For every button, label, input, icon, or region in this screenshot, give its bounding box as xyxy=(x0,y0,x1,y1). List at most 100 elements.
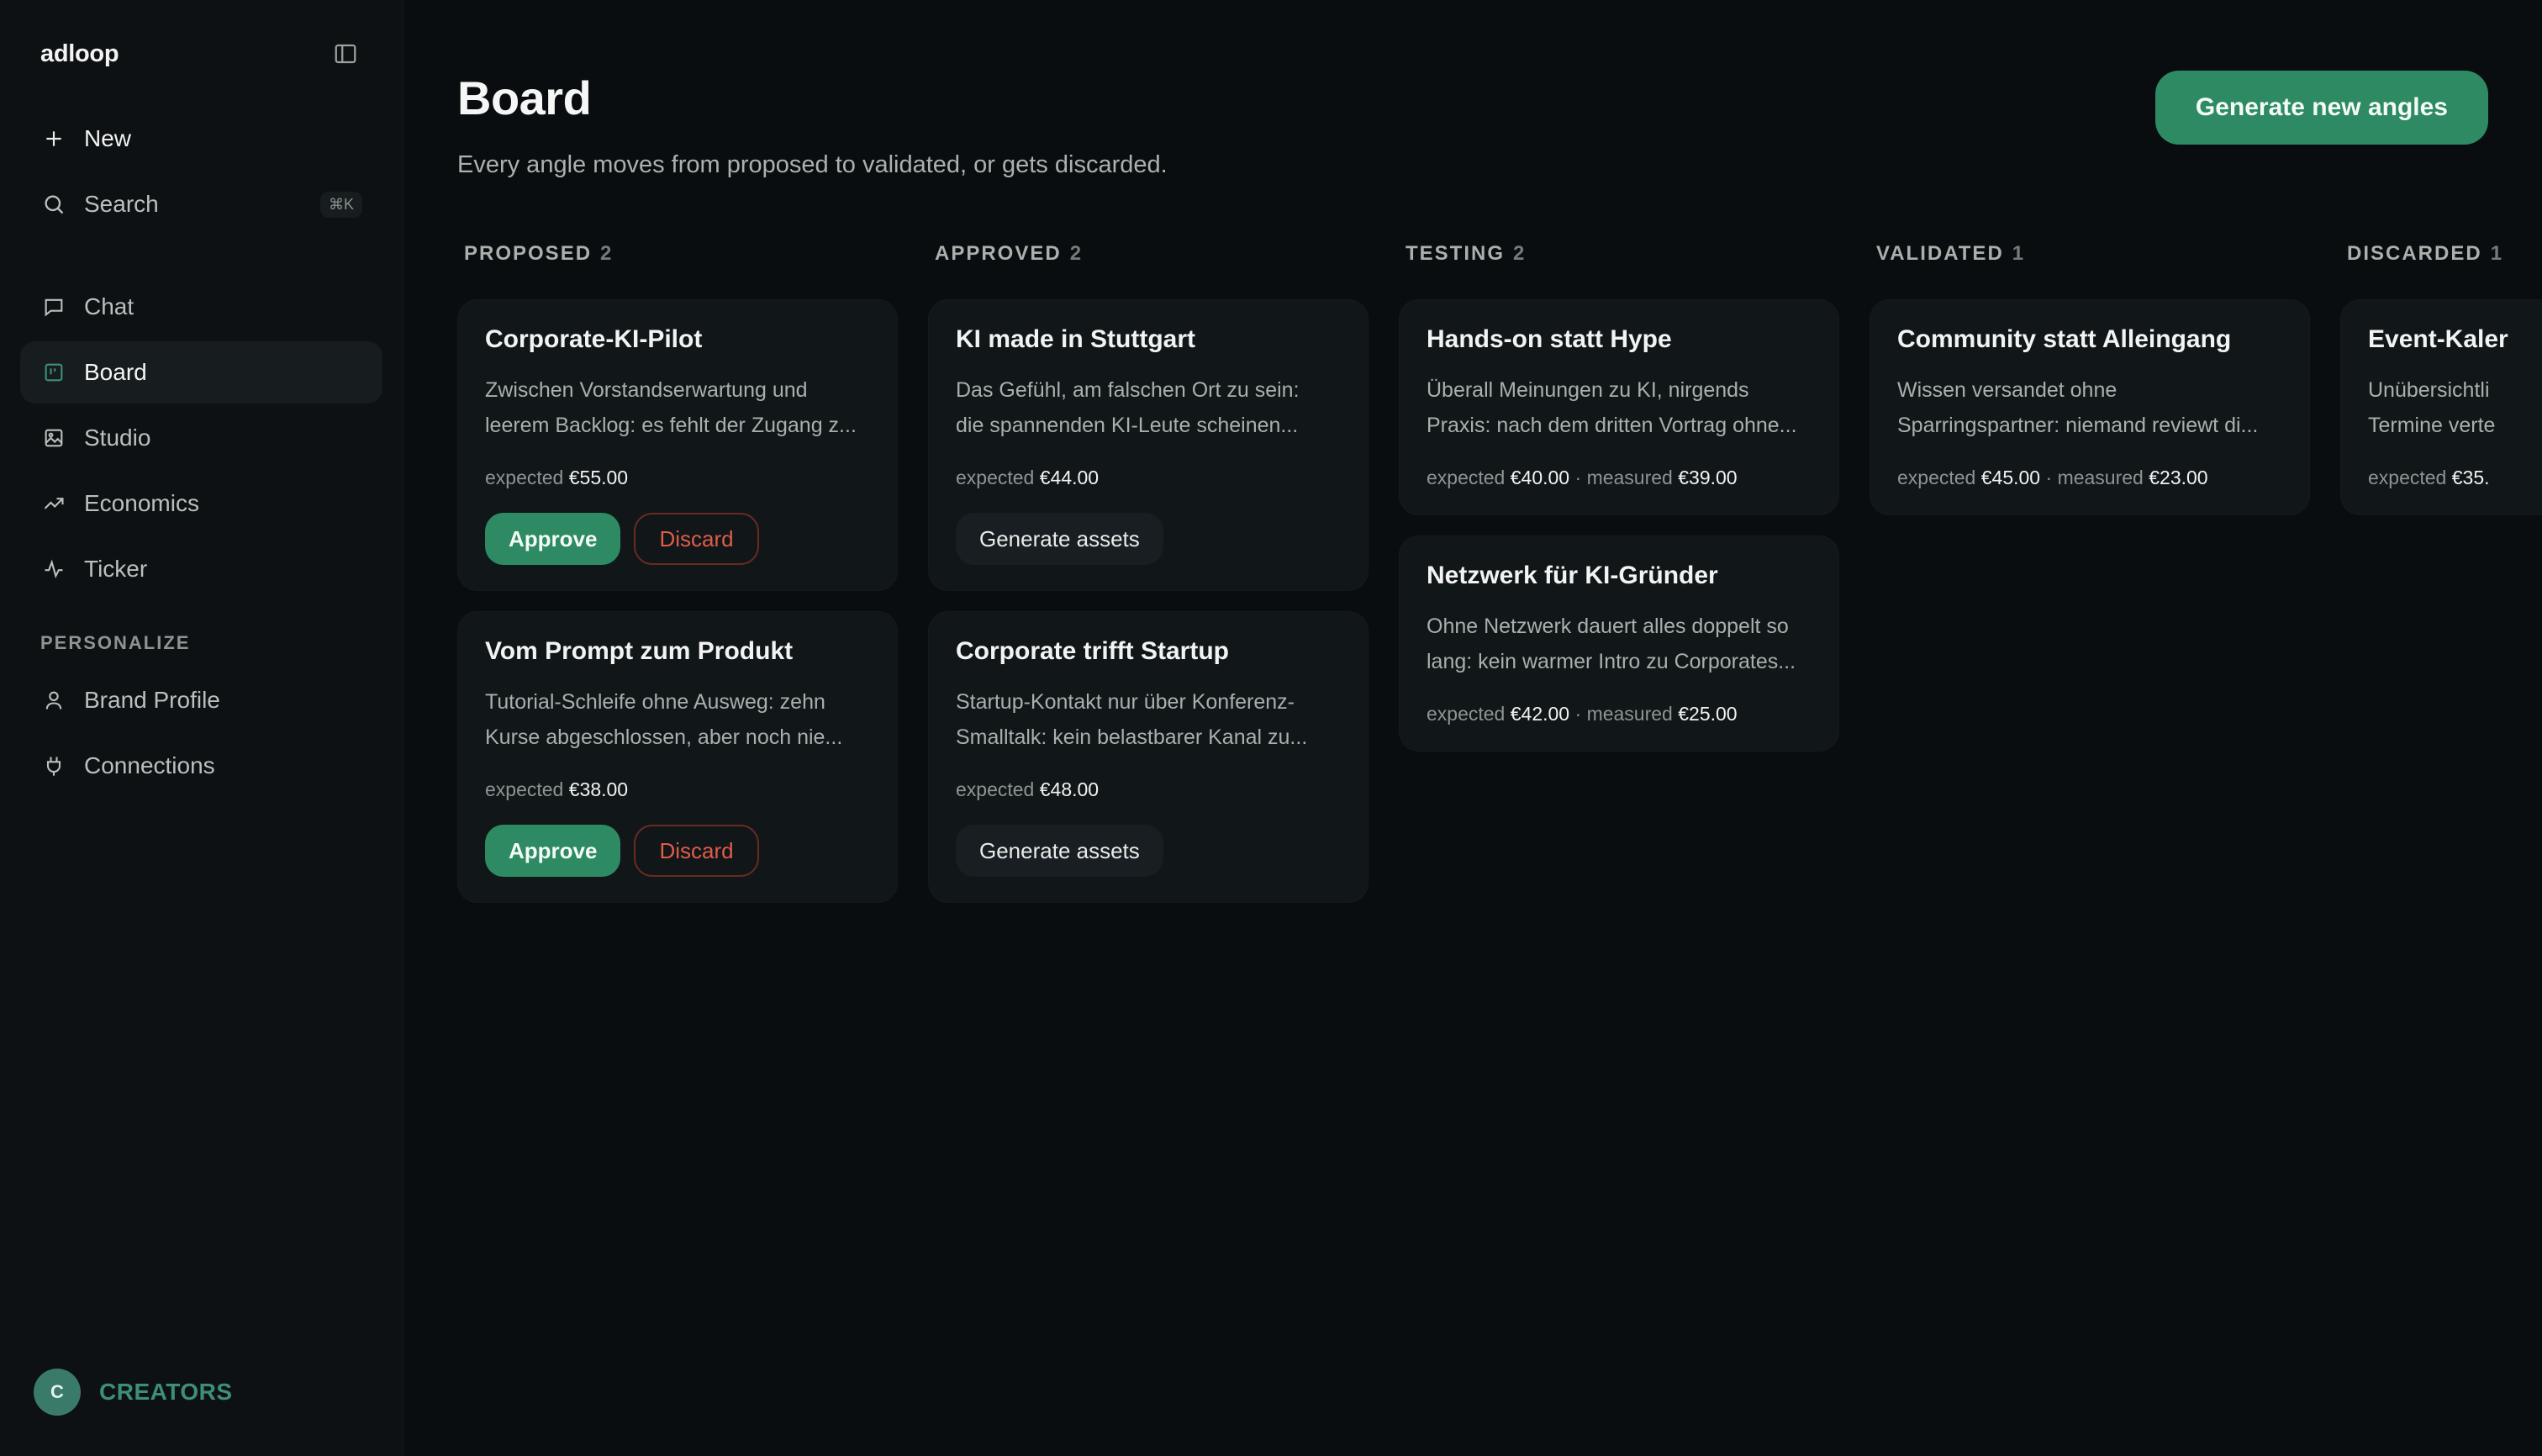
angle-card[interactable]: Netzwerk für KI-Gründer Ohne Netzwerk da… xyxy=(1399,535,1839,752)
new-label: New xyxy=(84,125,132,151)
trend-icon xyxy=(40,490,67,517)
sidebar-item-economics[interactable]: Economics xyxy=(20,472,382,535)
column-discarded: DISCARDED 1 Event-Kaler Unübersichtli Term… xyxy=(2340,239,2542,923)
angle-card[interactable]: Corporate trifft Startup Startup-Kontakt… xyxy=(928,611,1369,903)
column-header: APPROVED 2 xyxy=(928,239,1369,299)
card-title: Event-Kaler xyxy=(2368,325,2508,353)
sidebar-item-label: Board xyxy=(84,359,147,385)
kanban-board: PROPOSED 2 Corporate-KI-Pilot Zwischen Vo… xyxy=(457,239,2542,923)
angle-card[interactable]: Vom Prompt zum Produkt Tutorial-Schleife… xyxy=(457,611,898,903)
card-description: Unübersichtli Termine verte xyxy=(2368,378,2496,437)
generate-assets-button[interactable]: Generate assets xyxy=(956,825,1163,877)
column-validated: VALIDATED 1 Community statt Alleingang Wi… xyxy=(1870,239,2310,923)
user-menu[interactable]: C CREATORS xyxy=(34,1369,233,1416)
angle-card[interactable]: KI made in Stuttgart Das Gefühl, am fals… xyxy=(928,299,1369,591)
card-metrics: expected €42.00 · measured €25.00 xyxy=(1427,703,1738,725)
card-metrics: expected €40.00 · measured €39.00 xyxy=(1427,467,1738,488)
sidebar-item-brand-profile[interactable]: Brand Profile xyxy=(20,669,382,731)
sidebar-item-studio[interactable]: Studio xyxy=(20,407,382,469)
card-description: Zwischen Vorstandserwartung und leerem Ba… xyxy=(485,378,857,437)
card-description: Tutorial-Schleife ohne Ausweg: zehn Kurse… xyxy=(485,690,843,749)
column-count: 1 xyxy=(2490,242,2504,265)
card-metrics: expected €38.00 xyxy=(485,778,629,800)
avatar: C xyxy=(34,1369,81,1416)
sidebar-item-label: Connections xyxy=(84,752,215,778)
expected-value: €44.00 xyxy=(1039,467,1100,488)
app-logo: adloop xyxy=(40,40,119,67)
sidebar-item-label: Ticker xyxy=(84,556,148,582)
column-title: VALIDATED xyxy=(1876,242,2004,265)
card-title: Hands-on statt Hype xyxy=(1427,325,1672,353)
expected-value: €35. xyxy=(2451,467,2490,488)
user-icon xyxy=(40,687,67,714)
card-metrics: expected €45.00 · measured €23.00 xyxy=(1897,467,2208,488)
main-content: Board Every angle moves from proposed to… xyxy=(403,0,2542,1456)
workspace-name: CREATORS xyxy=(99,1379,233,1405)
sidebar-item-board[interactable]: Board xyxy=(20,341,382,404)
card-title: Corporate trifft Startup xyxy=(956,637,1229,665)
expected-value: €55.00 xyxy=(568,467,629,488)
section-label-personalize: PERSONALIZE xyxy=(40,632,191,653)
angle-card[interactable]: Community statt Alleingang Wissen versan… xyxy=(1870,299,2310,515)
card-title: Community statt Alleingang xyxy=(1897,325,2232,353)
page-title: Board xyxy=(457,71,592,124)
column-title: TESTING xyxy=(1405,242,1506,265)
column-header: TESTING 2 xyxy=(1399,239,1839,299)
column-header: DISCARDED 1 xyxy=(2340,239,2542,299)
approve-button[interactable]: Approve xyxy=(485,825,621,877)
measured-value: €25.00 xyxy=(1678,703,1738,725)
card-metrics: expected €35. xyxy=(2368,467,2490,488)
column-approved: APPROVED 2 KI made in Stuttgart Das Gefüh… xyxy=(928,239,1369,923)
generate-assets-button[interactable]: Generate assets xyxy=(956,513,1163,565)
expected-value: €38.00 xyxy=(568,778,629,800)
card-metrics: expected €44.00 xyxy=(956,467,1100,488)
column-testing: TESTING 2 Hands-on statt Hype Überall Mei… xyxy=(1399,239,1839,923)
page-subtitle: Every angle moves from proposed to valid… xyxy=(457,151,1168,178)
card-title: Netzwerk für KI-Gründer xyxy=(1427,562,1718,589)
card-title: KI made in Stuttgart xyxy=(956,325,1196,353)
expected-value: €48.00 xyxy=(1039,778,1100,800)
discard-button[interactable]: Discard xyxy=(634,513,759,565)
angle-card[interactable]: Hands-on statt Hype Überall Meinungen zu… xyxy=(1399,299,1839,515)
column-count: 2 xyxy=(600,242,614,265)
sidebar-item-label: Brand Profile xyxy=(84,687,220,713)
sidebar-toggle-icon[interactable] xyxy=(329,37,362,71)
search-button[interactable]: Search ⌘K xyxy=(20,173,382,235)
angle-card[interactable]: Corporate-KI-Pilot Zwischen Vorstandserw… xyxy=(457,299,898,591)
column-title: PROPOSED xyxy=(464,242,593,265)
board-icon xyxy=(40,359,67,386)
approve-button[interactable]: Approve xyxy=(485,513,621,565)
measured-value: €23.00 xyxy=(2149,467,2208,488)
sidebar: adloop New Search ⌘K Chat Board Studio E… xyxy=(0,0,403,1456)
column-proposed: PROPOSED 2 Corporate-KI-Pilot Zwischen Vo… xyxy=(457,239,898,923)
card-metrics: expected €48.00 xyxy=(956,778,1100,800)
card-title: Vom Prompt zum Produkt xyxy=(485,637,794,665)
sidebar-item-label: Chat xyxy=(84,293,134,319)
column-title: DISCARDED xyxy=(2347,242,2482,265)
card-description: Wissen versandet ohne Sparringspartner: n… xyxy=(1897,378,2259,437)
search-shortcut-badge: ⌘K xyxy=(319,191,362,218)
card-description: Startup-Kontakt nur über Konferenz- Small… xyxy=(956,690,1308,749)
plug-icon xyxy=(40,752,67,779)
sidebar-item-chat[interactable]: Chat xyxy=(20,276,382,338)
image-icon xyxy=(40,425,67,451)
sidebar-item-ticker[interactable]: Ticker xyxy=(20,538,382,600)
angle-card[interactable]: Event-Kaler Unübersichtli Termine verte e… xyxy=(2340,299,2542,515)
card-description: Das Gefühl, am falschen Ort zu sein: die … xyxy=(956,378,1300,437)
card-title: Corporate-KI-Pilot xyxy=(485,325,703,353)
discard-button[interactable]: Discard xyxy=(634,825,759,877)
sidebar-item-connections[interactable]: Connections xyxy=(20,735,382,797)
sidebar-item-label: Studio xyxy=(84,425,151,451)
sidebar-item-label: Economics xyxy=(84,490,199,516)
new-button[interactable]: New xyxy=(20,108,382,170)
expected-value: €45.00 xyxy=(1980,467,2041,488)
column-title: APPROVED xyxy=(935,242,1062,265)
generate-new-angles-button[interactable]: Generate new angles xyxy=(2154,71,2488,145)
search-icon xyxy=(40,191,67,218)
card-description: Ohne Netzwerk dauert alles doppelt so lan… xyxy=(1427,615,1796,673)
expected-value: €42.00 xyxy=(1510,703,1570,725)
sidebar-header: adloop xyxy=(20,0,382,108)
plus-icon xyxy=(40,125,67,152)
column-count: 2 xyxy=(1513,242,1527,265)
search-label: Search xyxy=(84,191,159,217)
